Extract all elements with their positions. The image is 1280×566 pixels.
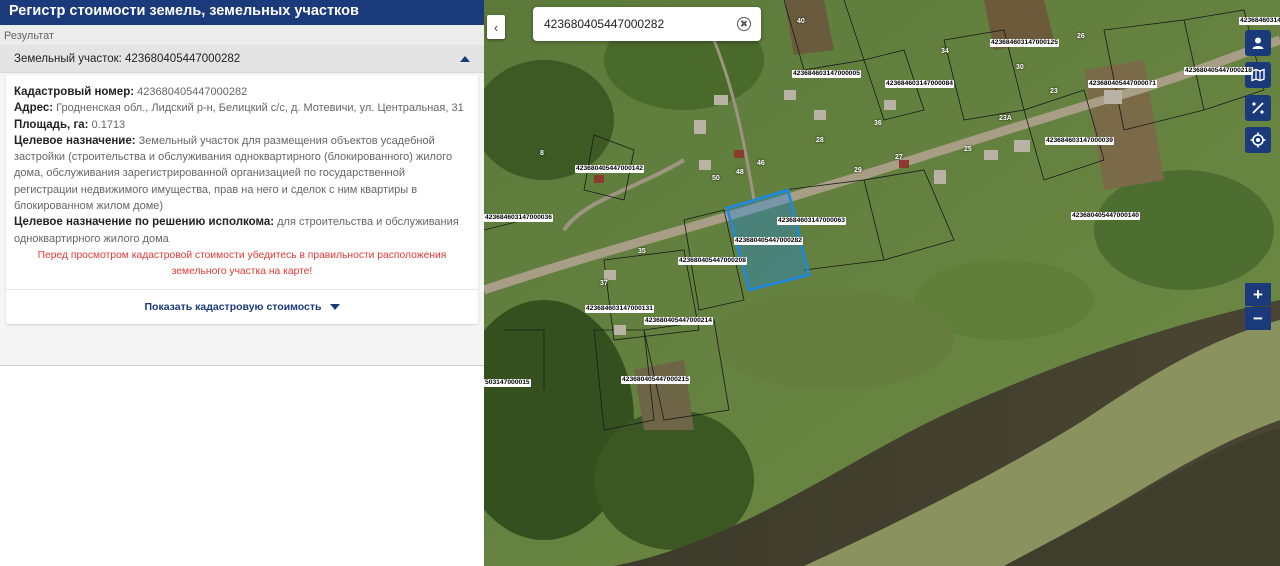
address-row: Адрес: Гродненская обл., Лидский р-н, Бе… xyxy=(14,100,470,116)
parcel-label[interactable]: 423680405447000071 xyxy=(1088,80,1157,88)
house-number: 30 xyxy=(1016,64,1024,71)
map-view[interactable]: ‹ + − 423684603147000125 423684603147000… xyxy=(484,0,1280,566)
chevron-down-icon xyxy=(329,303,340,310)
house-number: 46 xyxy=(757,160,765,167)
warning-message: Перед просмотром кадастровой стоимости у… xyxy=(37,249,447,278)
house-number: 25 xyxy=(964,146,972,153)
parcel-label[interactable]: 423680405447000218 xyxy=(1184,67,1253,75)
user-button[interactable] xyxy=(1245,30,1271,56)
parcel-details-card: Кадастровый номер: 423680405447000282 Ад… xyxy=(6,75,478,324)
house-number: 27 xyxy=(895,154,903,161)
parcel-label[interactable]: 423684603147000039 xyxy=(1045,137,1114,145)
house-number: 48 xyxy=(736,169,744,176)
ruler-icon xyxy=(1252,102,1264,114)
parcel-label[interactable]: 423684603147000131 xyxy=(585,305,654,313)
parcel-label[interactable]: 423684603147000012 xyxy=(1239,17,1280,25)
crosshair-icon xyxy=(1250,132,1266,148)
results-panel: Регистр стоимости земель, земельных учас… xyxy=(0,0,484,566)
map-layers-button[interactable] xyxy=(1245,62,1271,88)
purpose-row: Целевое назначение: Земельный участок дл… xyxy=(14,133,470,214)
parcel-section-header[interactable]: Земельный участок: 423680405447000282 xyxy=(0,45,484,73)
house-number: 35 xyxy=(638,248,646,255)
parcel-details-body: Кадастровый номер: 423680405447000282 Ад… xyxy=(0,73,484,366)
address-label: Адрес: xyxy=(14,102,54,115)
collapse-panel-button[interactable]: ‹ xyxy=(487,15,505,39)
user-icon xyxy=(1252,37,1264,49)
house-number: 28 xyxy=(816,137,824,144)
house-number: 8 xyxy=(540,150,544,157)
cadastral-value: 423680405447000282 xyxy=(137,86,248,98)
purpose-label: Целевое назначение: xyxy=(14,134,136,147)
show-value-label: Показать кадастровую стоимость xyxy=(144,300,322,313)
zoom-out-button[interactable]: − xyxy=(1245,307,1271,330)
parcel-label[interactable]: 503147000015 xyxy=(484,379,531,387)
house-number: 40 xyxy=(797,18,805,25)
house-number: 23 xyxy=(1050,88,1058,95)
parcel-label[interactable]: 423680405447000208 xyxy=(678,257,747,265)
house-number: 36 xyxy=(874,120,882,127)
map-search-box[interactable] xyxy=(533,7,761,41)
parcel-label[interactable]: 423684603147000063 xyxy=(777,217,846,225)
parcel-label[interactable]: 423684603147000084 xyxy=(885,80,954,88)
chevron-up-icon[interactable] xyxy=(460,55,470,62)
parcel-label[interactable]: 423680405447000214 xyxy=(644,317,713,325)
parcel-label[interactable]: 423680405447000215 xyxy=(621,376,690,384)
house-number: 26 xyxy=(1077,33,1085,40)
area-label: Площадь, га: xyxy=(14,118,89,131)
page-title: Регистр стоимости земель, земельных учас… xyxy=(0,0,484,25)
house-number: 50 xyxy=(712,175,720,182)
map-icon xyxy=(1251,68,1265,82)
decision-label: Целевое назначение по решению исполкома: xyxy=(14,216,275,229)
parcel-label[interactable]: 423680405447000282 xyxy=(734,237,803,245)
house-number: 37 xyxy=(600,280,608,287)
parcel-section-title: Земельный участок: 423680405447000282 xyxy=(14,52,241,65)
show-value-button[interactable]: Показать кадастровую стоимость xyxy=(6,288,478,324)
cadastral-label: Кадастровый номер: xyxy=(14,86,135,98)
decision-row: Целевое назначение по решению исполкома:… xyxy=(14,214,470,247)
area-row: Площадь, га: 0.1713 xyxy=(14,117,470,133)
map-search-input[interactable] xyxy=(544,17,737,31)
result-label: Результат xyxy=(0,25,484,45)
parcel-label[interactable]: 423684603147000005 xyxy=(792,70,861,78)
house-number: 34 xyxy=(941,48,949,55)
parcel-label[interactable]: 423680405447000142 xyxy=(575,165,644,173)
cadastral-row: Кадастровый номер: 423680405447000282 xyxy=(14,84,470,100)
parcel-label[interactable]: 423684603147000036 xyxy=(484,214,553,222)
house-number: 29 xyxy=(854,167,862,174)
address-value: Гродненская обл., Лидский р-н, Белицкий … xyxy=(56,102,464,115)
parcel-label[interactable]: 423684603147000125 xyxy=(990,39,1059,47)
locate-button[interactable] xyxy=(1245,127,1271,153)
house-number: 23А xyxy=(999,115,1012,122)
app: Регистр стоимости земель, земельных учас… xyxy=(0,0,1280,566)
parcel-label[interactable]: 423680405447000140 xyxy=(1071,212,1140,220)
clear-icon[interactable] xyxy=(737,17,751,31)
zoom-in-button[interactable]: + xyxy=(1245,283,1271,306)
area-value: 0.1713 xyxy=(91,118,126,131)
measure-button[interactable] xyxy=(1245,95,1271,121)
